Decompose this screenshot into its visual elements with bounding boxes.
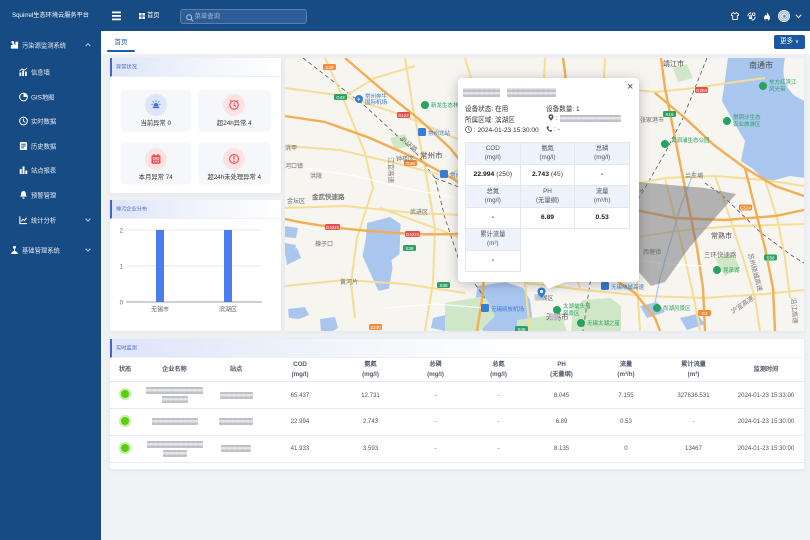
svg-text:楝子口: 楝子口	[315, 240, 333, 248]
svg-text:常熟市: 常熟市	[711, 231, 732, 240]
svg-text:G4221: G4221	[325, 224, 339, 229]
svg-text:常州奔牛: 常州奔牛	[365, 92, 388, 100]
svg-text:G524: G524	[739, 205, 751, 210]
svg-text:1: 1	[120, 264, 124, 270]
svg-text:无锡太湖之星: 无锡太湖之星	[587, 319, 621, 327]
svg-text:✈: ✈	[356, 97, 360, 103]
svg-text:滨湖区: 滨湖区	[219, 305, 237, 313]
svg-text:黄河片: 黄河片	[340, 278, 358, 286]
svg-text:张家港市: 张家港市	[640, 116, 664, 124]
svg-text:太湖鼋头渚: 太湖鼋头渚	[563, 302, 591, 310]
svg-text:S39: S39	[325, 64, 334, 69]
svg-text:S38: S38	[405, 245, 414, 250]
svg-text:洪陵: 洪陵	[310, 172, 322, 180]
svg-text:三环快速路: 三环快速路	[704, 250, 737, 259]
svg-text:无锡绕城高速: 无锡绕城高速	[611, 283, 645, 291]
svg-text:无锡市: 无锡市	[151, 305, 169, 313]
svg-text:农业旅游区: 农业旅游区	[733, 120, 761, 128]
svg-text:常阴沙生态: 常阴沙生态	[733, 113, 761, 121]
svg-text:G204: G204	[695, 87, 707, 92]
svg-text:G4221: G4221	[405, 231, 419, 236]
svg-text:S230: S230	[370, 324, 381, 329]
svg-text:洮甲: 洮甲	[285, 144, 297, 152]
svg-text:常州北站: 常州北站	[428, 129, 451, 137]
svg-text:G2: G2	[701, 310, 708, 315]
svg-text:南通市: 南通市	[749, 60, 773, 70]
svg-text:风光带: 风光带	[769, 85, 786, 93]
svg-text:钟楼区: 钟楼区	[396, 155, 414, 163]
svg-text:S122: S122	[398, 112, 409, 117]
svg-text:常州市: 常州市	[420, 150, 443, 160]
svg-text:S48: S48	[517, 326, 526, 331]
svg-text:东方红滨江: 东方红滨江	[769, 78, 797, 86]
svg-text:S19: S19	[665, 111, 674, 116]
svg-text:西塘镇: 西塘镇	[643, 248, 661, 256]
svg-text:昆承湖: 昆承湖	[723, 266, 740, 274]
svg-text:武进区: 武进区	[410, 208, 428, 216]
svg-text:尚湖风景区: 尚湖风景区	[663, 304, 691, 312]
svg-text:G42: G42	[336, 94, 345, 99]
svg-text:2: 2	[120, 228, 124, 234]
svg-text:河口镇: 河口镇	[285, 162, 303, 170]
svg-text:国际机场: 国际机场	[365, 98, 388, 106]
svg-text:新龙生态林: 新龙生态林	[431, 101, 459, 109]
svg-text:0: 0	[120, 300, 124, 306]
svg-text:靖江市: 靖江市	[663, 59, 684, 68]
svg-text:江宜高速: 江宜高速	[387, 157, 396, 184]
svg-text:兰王埔: 兰王埔	[685, 172, 703, 180]
svg-text:S38: S38	[439, 282, 448, 287]
svg-text:黄泗浦生态公园: 黄泗浦生态公园	[671, 136, 710, 144]
svg-text:金武快速路: 金武快速路	[311, 192, 345, 201]
svg-text:金坛区: 金坛区	[287, 197, 305, 205]
svg-text:无锡硕放机场: 无锡硕放机场	[491, 305, 525, 313]
svg-text:S58: S58	[766, 255, 775, 260]
